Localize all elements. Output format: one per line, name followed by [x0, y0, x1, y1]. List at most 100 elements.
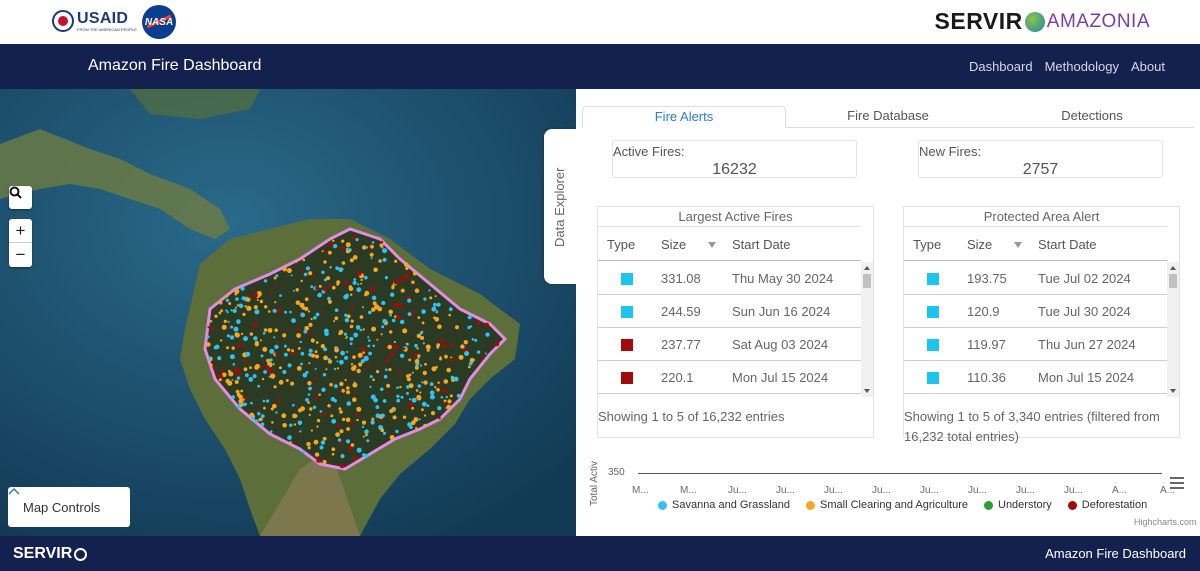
zoom-out-button[interactable]: −: [9, 243, 32, 267]
fire-point: [252, 322, 258, 328]
fire-point: [299, 340, 302, 344]
column-type[interactable]: Type: [607, 237, 635, 252]
nav-link-about[interactable]: About: [1131, 59, 1165, 74]
fire-point: [262, 399, 266, 403]
sort-desc-icon[interactable]: [708, 242, 716, 248]
column-size[interactable]: Size: [661, 237, 686, 252]
fire-point: [352, 397, 357, 403]
fire-point: [252, 374, 257, 379]
fire-size: 120.9: [967, 304, 1000, 319]
tab-detections[interactable]: Detections: [990, 106, 1194, 128]
fire-point: [450, 357, 454, 362]
map-controls-button[interactable]: Map Controls: [8, 487, 130, 527]
fire-point: [428, 289, 431, 292]
fire-point: [369, 385, 372, 388]
tab-fire-database[interactable]: Fire Database: [786, 106, 990, 128]
footer-logo[interactable]: SERVIR: [13, 545, 88, 563]
fire-point: [384, 346, 387, 349]
chart-xtick-label: Ju...: [1064, 485, 1083, 496]
fire-point: [399, 353, 405, 358]
fire-point: [449, 394, 453, 398]
table-row[interactable]: 220.1 Mon Jul 15 2024: [598, 361, 861, 394]
fire-point: [379, 243, 384, 248]
fire-point: [350, 293, 353, 296]
dashboard-title[interactable]: Amazon Fire Dashboard: [88, 57, 261, 75]
fire-point: [365, 246, 369, 249]
chart-ytick: 350: [608, 467, 625, 478]
tab-fire-alerts[interactable]: Fire Alerts: [582, 106, 786, 128]
legend-item[interactable]: Understory: [984, 499, 1052, 511]
table-row[interactable]: 119.97 Thu Jun 27 2024: [904, 328, 1167, 361]
sort-desc-icon[interactable]: [1014, 242, 1022, 248]
table-row[interactable]: 237.77 Sat Aug 03 2024: [598, 328, 861, 361]
column-size[interactable]: Size: [967, 237, 992, 252]
search-button[interactable]: [9, 186, 32, 209]
fire-point: [399, 385, 402, 389]
fire-point: [315, 341, 319, 344]
fire-point: [289, 423, 293, 427]
fire-type-swatch: [927, 306, 939, 318]
fire-point: [275, 411, 278, 414]
fire-point: [393, 302, 399, 308]
fire-point: [397, 370, 402, 375]
column-start-date[interactable]: Start Date: [732, 237, 791, 252]
chart-credits[interactable]: Highcharts.com: [1134, 517, 1197, 527]
fire-point: [348, 286, 354, 292]
column-start-date[interactable]: Start Date: [1038, 237, 1097, 252]
legend-item[interactable]: Deforestation: [1067, 499, 1147, 511]
nasa-logo[interactable]: NASA: [142, 5, 176, 39]
nav-link-methodology[interactable]: Methodology: [1045, 59, 1119, 74]
fire-point: [271, 421, 274, 424]
fire-point: [330, 414, 334, 418]
fire-point: [346, 401, 352, 406]
table-header: Type Size Start Date: [598, 226, 861, 261]
legend-item[interactable]: Small Clearing and Agriculture: [806, 499, 968, 511]
fire-point: [255, 363, 260, 369]
table-row[interactable]: 244.59 Sun Jun 16 2024: [598, 295, 861, 328]
legend-item[interactable]: Savanna and Grassland: [658, 499, 790, 511]
fire-point: [369, 286, 375, 292]
fire-point: [446, 367, 452, 373]
fire-point: [484, 352, 487, 355]
fire-point: [206, 335, 210, 339]
largest-fires-title: Largest Active Fires: [678, 209, 793, 224]
fire-point: [231, 346, 235, 350]
zoom-in-button[interactable]: +: [9, 219, 32, 243]
nav-link-dashboard[interactable]: Dashboard: [969, 59, 1033, 74]
vertical-scrollbar[interactable]: [1167, 262, 1179, 397]
fire-point: [458, 354, 464, 360]
fire-point: [254, 309, 260, 315]
fire-activity-chart: Total Activ 350 M... M... Ju... Ju... Ju... J…: [576, 460, 1200, 536]
table-row[interactable]: 193.75 Tue Jul 02 2024: [904, 262, 1167, 295]
fire-point: [345, 242, 351, 248]
data-explorer-toggle[interactable]: Data Explorer: [544, 129, 578, 284]
legend-label: Savanna and Grassland: [672, 499, 791, 511]
column-type[interactable]: Type: [913, 237, 941, 252]
fire-point: [339, 463, 345, 469]
chart-menu-icon[interactable]: [1170, 477, 1184, 492]
table-row[interactable]: 110.36 Mon Jul 15 2024: [904, 361, 1167, 394]
fire-point: [421, 408, 424, 412]
fire-point: [217, 356, 222, 361]
fire-point: [232, 363, 236, 366]
fire-point: [299, 430, 302, 433]
usaid-logo[interactable]: USAID FROM THE AMERICAN PEOPLE: [52, 7, 137, 35]
fire-point: [390, 292, 395, 297]
fire-point: [308, 348, 313, 353]
fire-point: [254, 419, 259, 424]
fire-point: [240, 332, 244, 336]
servir-amazonia-logo[interactable]: SERVIR AMAZONIA: [935, 8, 1150, 35]
fire-point: [286, 268, 292, 274]
footer-title: Amazon Fire Dashboard: [1045, 546, 1186, 561]
fire-point: [440, 396, 444, 399]
table-row[interactable]: 120.9 Tue Jul 30 2024: [904, 295, 1167, 328]
table-row[interactable]: 331.08 Thu May 30 2024: [598, 262, 861, 295]
fire-point: [334, 308, 339, 312]
nav-links: Dashboard Methodology About: [969, 59, 1165, 74]
fire-point: [253, 305, 258, 310]
fire-point: [218, 300, 223, 305]
fire-point: [355, 325, 361, 330]
vertical-scrollbar[interactable]: [861, 262, 873, 397]
fire-map[interactable]: + − Map Controls: [0, 89, 576, 536]
fire-point: [381, 325, 385, 329]
